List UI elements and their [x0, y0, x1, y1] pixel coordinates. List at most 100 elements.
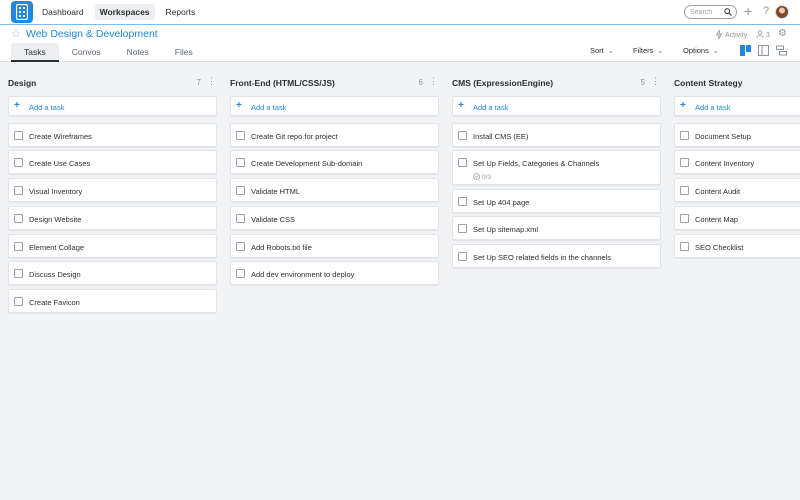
tab-tasks[interactable]: Tasks: [11, 43, 59, 62]
task-card[interactable]: Add dev environment to deploy: [230, 261, 439, 285]
sort-label: Sort: [590, 46, 604, 55]
task-card[interactable]: Add Robots.txt file: [230, 234, 439, 258]
task-card[interactable]: Set Up sitemap.xml: [452, 216, 661, 240]
task-title: Validate HTML: [251, 187, 301, 196]
task-card[interactable]: Install CMS (EE): [452, 123, 661, 147]
task-card[interactable]: Design Website: [8, 206, 217, 230]
column-count: 6: [418, 78, 423, 87]
task-checkbox[interactable]: [458, 197, 467, 206]
nav-workspaces[interactable]: Workspaces: [94, 4, 155, 20]
task-card[interactable]: Visual Inventory: [8, 178, 217, 202]
task-checkbox[interactable]: [236, 269, 245, 278]
add-icon[interactable]: +: [744, 4, 752, 18]
task-title: Set Up SEO related fields in the channel…: [473, 253, 611, 262]
task-card[interactable]: SEO Checklist: [674, 234, 800, 258]
project-title[interactable]: Web Design & Development: [26, 28, 158, 40]
task-checkbox[interactable]: [458, 252, 467, 261]
nav-reports[interactable]: Reports: [161, 4, 201, 20]
split-view-icon[interactable]: [758, 45, 769, 56]
gear-icon[interactable]: ⚙: [778, 28, 787, 39]
checklist-progress: 0/3: [473, 173, 491, 182]
search-icon[interactable]: [724, 8, 732, 18]
add-task-button[interactable]: + Add a task: [452, 96, 661, 116]
task-card[interactable]: Create Wireframes: [8, 123, 217, 147]
filters-dropdown[interactable]: Filters ⌄: [633, 46, 663, 55]
task-card[interactable]: Set Up Fields, Categories & Channels 0/3: [452, 150, 661, 185]
task-card[interactable]: Validate CSS: [230, 206, 439, 230]
activity-icon: [715, 29, 723, 41]
task-checkbox[interactable]: [14, 158, 23, 167]
timeline-view-icon[interactable]: [776, 45, 787, 56]
task-checkbox[interactable]: [14, 269, 23, 278]
task-card[interactable]: Set Up 404 page: [452, 189, 661, 213]
plus-icon: +: [680, 100, 686, 111]
more-vertical-icon[interactable]: ⋮: [651, 77, 660, 86]
tab-notes[interactable]: Notes: [114, 43, 162, 62]
task-title: Design Website: [29, 215, 82, 224]
task-checkbox[interactable]: [680, 242, 689, 251]
task-card[interactable]: Content Inventory: [674, 150, 800, 174]
task-checkbox[interactable]: [458, 224, 467, 233]
members-button[interactable]: 3: [756, 30, 770, 40]
add-task-button[interactable]: + Add a task: [8, 96, 217, 116]
add-task-label: Add a task: [695, 103, 731, 112]
task-card[interactable]: Content Map: [674, 206, 800, 230]
search-input[interactable]: [690, 8, 726, 16]
task-checkbox[interactable]: [14, 214, 23, 223]
sort-dropdown[interactable]: Sort ⌄: [590, 46, 614, 55]
add-task-button[interactable]: + Add a task: [674, 96, 800, 116]
task-checkbox[interactable]: [680, 158, 689, 167]
task-checkbox[interactable]: [14, 242, 23, 251]
nav-dashboard[interactable]: Dashboard: [37, 4, 89, 20]
task-title: Validate CSS: [251, 215, 296, 224]
task-checkbox[interactable]: [14, 186, 23, 195]
task-checkbox[interactable]: [680, 214, 689, 223]
task-title: Add Robots.txt file: [251, 243, 312, 252]
task-card[interactable]: Element Collage: [8, 234, 217, 258]
column-count: 5: [640, 78, 645, 87]
task-card[interactable]: Set Up SEO related fields in the channel…: [452, 244, 661, 268]
task-checkbox[interactable]: [680, 186, 689, 195]
add-task-label: Add a task: [473, 103, 509, 112]
task-card[interactable]: Document Setup: [674, 123, 800, 147]
task-title: Create Use Cases: [29, 159, 91, 168]
task-checkbox[interactable]: [458, 158, 467, 167]
column-cms: CMS (ExpressionEngine) 5 ⋮ + Add a task …: [452, 72, 661, 268]
star-icon[interactable]: ☆: [11, 27, 21, 40]
activity-link[interactable]: Activity: [715, 29, 747, 41]
task-checkbox[interactable]: [458, 131, 467, 140]
task-card[interactable]: Create Git repo for project: [230, 123, 439, 147]
search-box[interactable]: [684, 5, 737, 19]
task-checkbox[interactable]: [236, 242, 245, 251]
task-checkbox[interactable]: [680, 131, 689, 140]
task-card[interactable]: Create Development Sub-domain: [230, 150, 439, 174]
task-card[interactable]: Create Use Cases: [8, 150, 217, 174]
more-vertical-icon[interactable]: ⋮: [207, 77, 216, 86]
app-logo-icon[interactable]: [11, 1, 33, 23]
task-card[interactable]: Validate HTML: [230, 178, 439, 202]
options-dropdown[interactable]: Options ⌄: [683, 46, 719, 55]
plus-icon: +: [458, 100, 464, 111]
task-title: Create Development Sub-domain: [251, 159, 363, 168]
workspace-header: ☆ Web Design & Development Activity 3 ⚙ …: [0, 25, 800, 62]
task-checkbox[interactable]: [236, 158, 245, 167]
task-card[interactable]: Create Favicon: [8, 289, 217, 313]
more-vertical-icon[interactable]: ⋮: [429, 77, 438, 86]
column-title: CMS (ExpressionEngine): [452, 78, 554, 88]
task-checkbox[interactable]: [236, 131, 245, 140]
help-icon[interactable]: ?: [763, 5, 769, 17]
options-label: Options: [683, 46, 709, 55]
column-header: Content Strategy: [674, 72, 800, 96]
task-card[interactable]: Content Audit: [674, 178, 800, 202]
add-task-button[interactable]: + Add a task: [230, 96, 439, 116]
tab-files[interactable]: Files: [162, 43, 206, 62]
task-checkbox[interactable]: [14, 297, 23, 306]
task-checkbox[interactable]: [236, 214, 245, 223]
user-avatar[interactable]: [775, 5, 789, 19]
task-checkbox[interactable]: [14, 131, 23, 140]
tab-convos[interactable]: Convos: [59, 43, 114, 62]
board-view-icon[interactable]: [740, 45, 751, 56]
task-card[interactable]: Discuss Design: [8, 261, 217, 285]
task-checkbox[interactable]: [236, 186, 245, 195]
task-title: Discuss Design: [29, 270, 81, 279]
